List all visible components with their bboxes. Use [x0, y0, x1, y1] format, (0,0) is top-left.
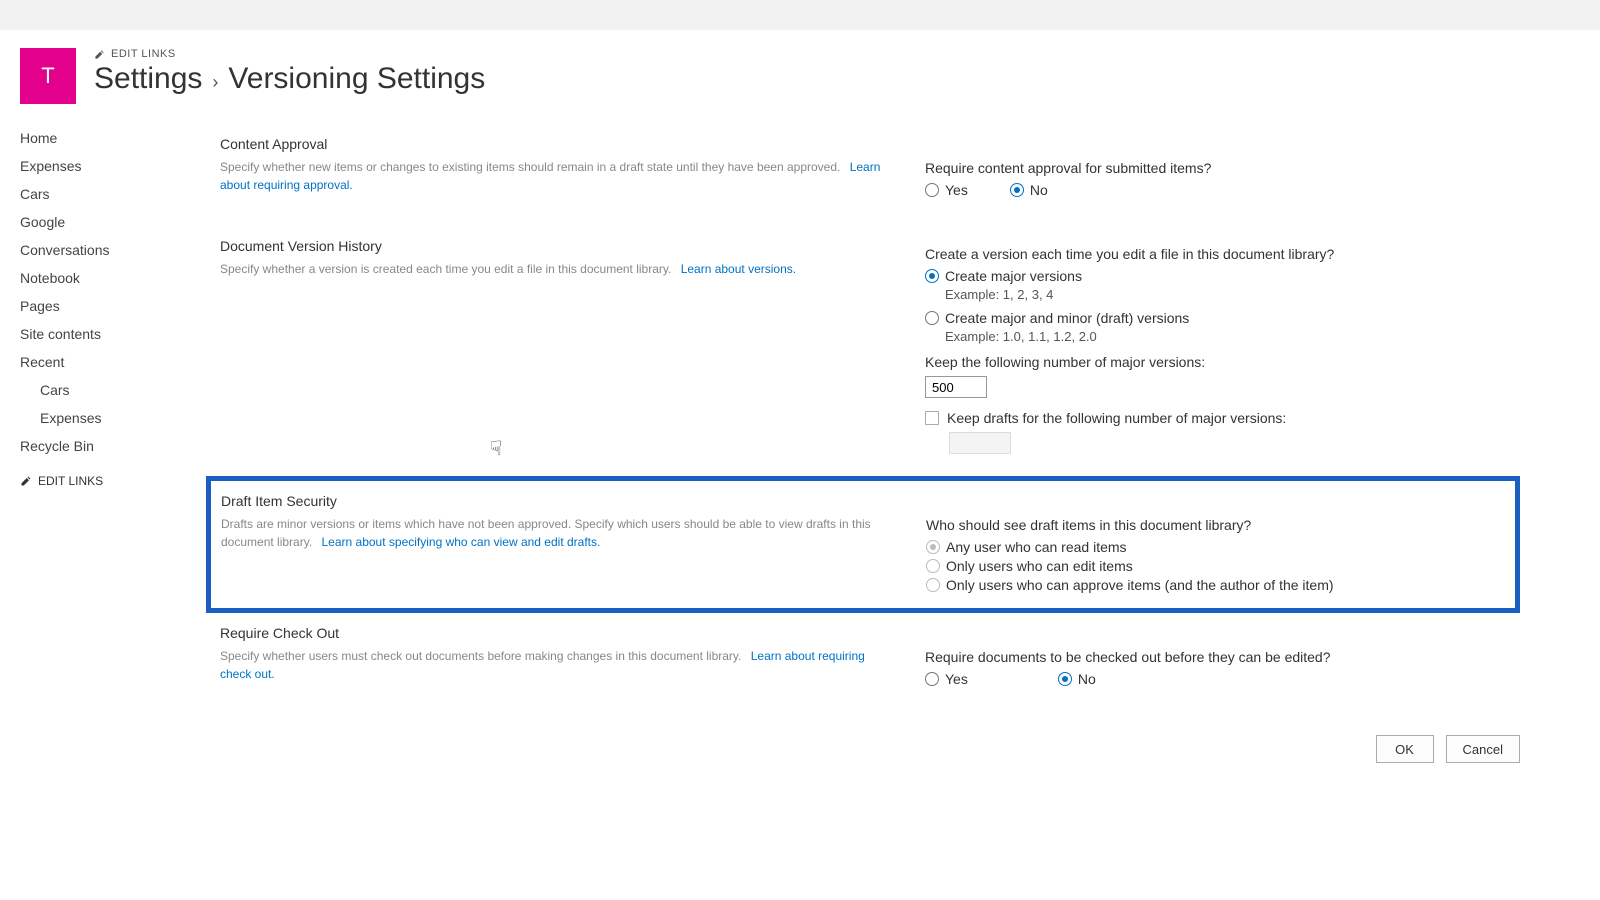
site-logo[interactable]: T	[20, 48, 76, 104]
section-draft-security: Draft Item Security Drafts are minor ver…	[206, 476, 1520, 613]
keep-drafts-checkbox[interactable]	[925, 411, 939, 425]
section-desc: Drafts are minor versions or items which…	[221, 515, 886, 551]
content-approval-yes[interactable]: Yes	[925, 182, 968, 198]
opt-major-example: Example: 1, 2, 3, 4	[945, 287, 1520, 302]
section-title: Document Version History	[220, 238, 885, 254]
opt-any-user: Any user who can read items	[926, 539, 1505, 555]
keep-major-label: Keep the following number of major versi…	[925, 354, 1520, 370]
edit-links-top[interactable]: EDIT LINKS	[94, 48, 485, 60]
nav-recent-expenses[interactable]: Expenses	[20, 404, 200, 432]
content-approval-question: Require content approval for submitted i…	[925, 160, 1520, 176]
breadcrumb: Settings › Versioning Settings	[94, 62, 485, 96]
section-desc: Specify whether a version is created eac…	[220, 260, 885, 278]
section-content-approval: Content Approval Specify whether new ite…	[220, 124, 1520, 226]
chevron-right-icon: ›	[212, 72, 218, 93]
checkout-question: Require documents to be checked out befo…	[925, 649, 1520, 665]
version-history-question: Create a version each time you edit a fi…	[925, 246, 1520, 262]
nav-notebook[interactable]: Notebook	[20, 264, 200, 292]
edit-links-label: EDIT LINKS	[111, 48, 176, 60]
checkout-no[interactable]: No	[1058, 671, 1096, 687]
breadcrumb-root[interactable]: Settings	[94, 62, 202, 96]
nav-cars[interactable]: Cars	[20, 180, 200, 208]
section-desc: Specify whether users must check out doc…	[220, 647, 885, 683]
radio-approve-users	[926, 578, 940, 592]
nav-expenses[interactable]: Expenses	[20, 152, 200, 180]
keep-major-input[interactable]	[925, 376, 987, 398]
page-header: T EDIT LINKS Settings › Versioning Setti…	[20, 48, 1580, 104]
radio-major[interactable]	[925, 269, 939, 283]
radio-checkout-no[interactable]	[1058, 672, 1072, 686]
nav-site-contents[interactable]: Site contents	[20, 320, 200, 348]
ok-button[interactable]: OK	[1376, 735, 1434, 763]
page-title: Versioning Settings	[228, 62, 485, 96]
nav-pages[interactable]: Pages	[20, 292, 200, 320]
section-desc: Specify whether new items or changes to …	[220, 158, 885, 194]
checkout-yes[interactable]: Yes	[925, 671, 968, 687]
section-title: Draft Item Security	[221, 493, 886, 509]
keep-drafts-label: Keep drafts for the following number of …	[947, 410, 1286, 426]
radio-yes[interactable]	[925, 183, 939, 197]
edit-links-bottom[interactable]: EDIT LINKS	[20, 474, 103, 488]
radio-any-user	[926, 540, 940, 554]
section-title: Require Check Out	[220, 625, 885, 641]
left-nav: Home Expenses Cars Google Conversations …	[20, 124, 200, 763]
nav-home[interactable]: Home	[20, 124, 200, 152]
cancel-button[interactable]: Cancel	[1446, 735, 1520, 763]
nav-recent-cars[interactable]: Cars	[20, 376, 200, 404]
opt-approve-users: Only users who can approve items (and th…	[926, 577, 1505, 593]
settings-form: Content Approval Specify whether new ite…	[200, 124, 1580, 763]
keep-drafts-input	[949, 432, 1011, 454]
section-title: Content Approval	[220, 136, 885, 152]
opt-major-versions[interactable]: Create major versions	[925, 268, 1520, 284]
pencil-icon	[20, 475, 32, 487]
learn-versions-link[interactable]: Learn about versions.	[681, 262, 796, 276]
nav-conversations[interactable]: Conversations	[20, 236, 200, 264]
opt-edit-users: Only users who can edit items	[926, 558, 1505, 574]
nav-recent[interactable]: Recent	[20, 348, 200, 376]
suite-bar	[0, 0, 1600, 30]
draft-security-question: Who should see draft items in this docum…	[926, 517, 1505, 533]
form-buttons: OK Cancel	[220, 735, 1520, 763]
learn-drafts-link[interactable]: Learn about specifying who can view and …	[322, 535, 601, 549]
section-checkout: Require Check Out Specify whether users …	[220, 613, 1520, 715]
nav-google[interactable]: Google	[20, 208, 200, 236]
pencil-icon	[94, 49, 105, 60]
section-version-history: Document Version History Specify whether…	[220, 226, 1520, 476]
nav-recycle-bin[interactable]: Recycle Bin	[20, 432, 200, 460]
opt-minor-versions[interactable]: Create major and minor (draft) versions	[925, 310, 1520, 326]
radio-no[interactable]	[1010, 183, 1024, 197]
opt-minor-example: Example: 1.0, 1.1, 1.2, 2.0	[945, 329, 1520, 344]
content-approval-no[interactable]: No	[1010, 182, 1048, 198]
radio-edit-users	[926, 559, 940, 573]
radio-minor[interactable]	[925, 311, 939, 325]
edit-links-bottom-label: EDIT LINKS	[38, 474, 103, 488]
radio-checkout-yes[interactable]	[925, 672, 939, 686]
